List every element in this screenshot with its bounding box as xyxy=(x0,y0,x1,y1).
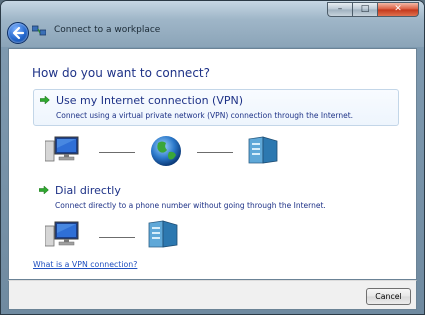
computer-icon xyxy=(45,221,79,247)
cancel-button[interactable]: Cancel xyxy=(366,288,411,305)
page-heading: How do you want to connect? xyxy=(32,66,210,80)
option-vpn-title: Use my Internet connection (VPN) xyxy=(56,94,244,107)
wizard-window: Connect to a workplace – □ ✕ How do you … xyxy=(0,0,425,315)
footer-bar: Cancel xyxy=(8,280,417,310)
close-button[interactable]: ✕ xyxy=(377,2,419,17)
computer-icon xyxy=(45,136,79,162)
connection-line xyxy=(99,152,135,153)
help-link-vpn[interactable]: What is a VPN connection? xyxy=(33,260,137,269)
option-dial-title: Dial directly xyxy=(55,184,121,197)
wizard-content: How do you want to connect? Use my Inter… xyxy=(8,48,417,280)
maximize-button[interactable]: □ xyxy=(352,2,377,17)
back-button[interactable] xyxy=(7,22,29,44)
connection-line xyxy=(99,237,135,238)
connection-line xyxy=(197,152,233,153)
option-dial-description: Connect directly to a phone number witho… xyxy=(55,201,326,210)
option-vpn-description: Connect using a virtual private network … xyxy=(56,111,354,120)
minimize-button[interactable]: – xyxy=(327,2,352,17)
server-icon xyxy=(148,220,178,248)
network-icon xyxy=(32,25,46,36)
green-arrow-icon xyxy=(39,185,49,195)
window-title: Connect to a workplace xyxy=(54,25,161,35)
globe-icon xyxy=(151,136,181,166)
server-icon xyxy=(248,136,278,164)
option-vpn[interactable]: Use my Internet connection (VPN) Connect… xyxy=(33,89,399,126)
option-dial[interactable]: Dial directly Connect directly to a phon… xyxy=(33,180,399,214)
title-bar: Connect to a workplace – □ ✕ xyxy=(1,1,424,47)
green-arrow-icon xyxy=(40,95,50,105)
back-arrow-icon xyxy=(12,26,25,40)
caption-buttons: – □ ✕ xyxy=(327,2,419,18)
